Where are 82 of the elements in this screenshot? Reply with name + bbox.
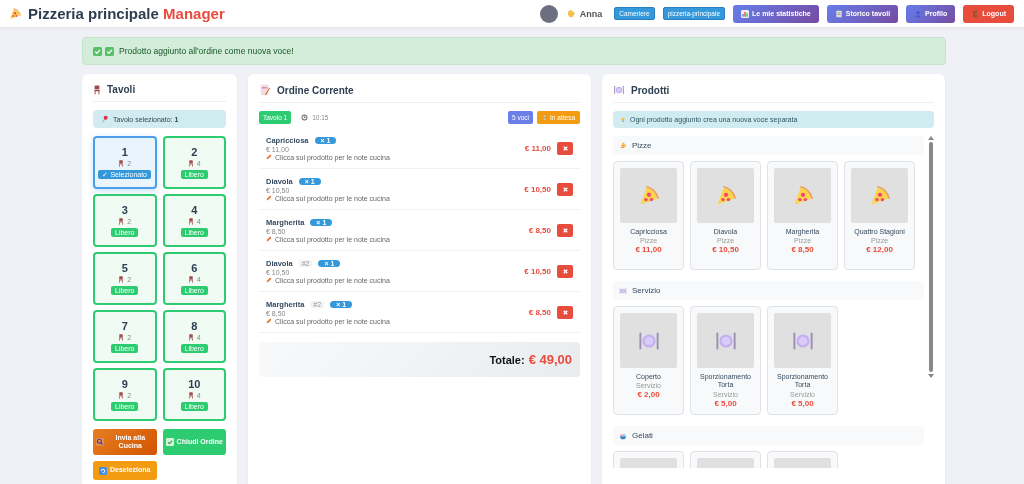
scrollbar-thumb[interactable] (929, 142, 933, 372)
pencil-icon (266, 277, 272, 283)
clipboard-icon (834, 9, 843, 18)
table-number: 10 (188, 378, 201, 390)
table-number: 3 (121, 204, 128, 216)
table-number: 5 (121, 262, 128, 274)
chair-icon (118, 160, 125, 167)
product-price: € 8,50 (791, 245, 814, 255)
panel-title: Tavoli (107, 84, 136, 95)
table-number: 4 (191, 204, 198, 216)
category-header[interactable]: Servizio (613, 281, 924, 300)
item-price: € 8,50 (528, 307, 551, 317)
chair-icon (187, 160, 194, 167)
close-icon (561, 185, 569, 193)
close-icon (561, 267, 569, 275)
category-name: Pizze (632, 141, 652, 150)
chair-icon (118, 218, 125, 225)
user-name: Anna (579, 8, 603, 19)
remove-button[interactable] (557, 264, 573, 278)
chair-icon (187, 276, 194, 283)
category-header[interactable]: Pizze (613, 136, 924, 155)
panel-title: Ordine Corrente (277, 84, 354, 96)
app-title: Pizzeria principale Manager (28, 5, 225, 22)
plate-cutlery-icon (613, 84, 625, 96)
pencil-icon (266, 318, 272, 324)
total-label: Totale: (489, 353, 525, 366)
chair-icon (118, 334, 125, 341)
product-price: € 2,00 (637, 390, 660, 400)
table-number: 9 (121, 378, 128, 390)
magnifier-icon (96, 438, 104, 446)
item-price: € 10,50 (524, 184, 551, 194)
hourglass-icon (542, 114, 548, 121)
user-icon (914, 9, 923, 18)
check-icon (105, 46, 114, 56)
close-icon (561, 308, 569, 316)
item-price: € 11,00 (524, 143, 551, 153)
table-number: 6 (191, 262, 198, 274)
table-number: 1 (121, 146, 128, 158)
pushpin-icon (101, 115, 109, 123)
item-price: € 8,50 (528, 225, 551, 235)
table-number: 2 (191, 146, 198, 158)
chair-icon (187, 392, 194, 399)
table-number: 8 (191, 320, 198, 332)
chair-icon (93, 84, 101, 95)
category-name: Gelati (632, 431, 653, 440)
pizza-slice-icon (619, 141, 627, 150)
product-price: € 12,00 (866, 245, 893, 255)
close-icon (561, 226, 569, 234)
pencil-icon (266, 154, 272, 160)
product-price: € 5,00 (714, 398, 737, 408)
product-price: € 5,00 (791, 398, 814, 408)
panel-title: Prodotti (631, 84, 670, 96)
close-icon (561, 144, 569, 152)
chair-icon (118, 392, 125, 399)
alert-message: Prodotto aggiunto all'ordine come nuova voce! (119, 46, 294, 56)
pencil-icon (266, 236, 272, 242)
chair-icon (187, 218, 194, 225)
check-icon (165, 438, 174, 446)
category-header[interactable]: Gelati (613, 426, 924, 445)
table-number: 7 (121, 320, 128, 332)
chair-icon (118, 276, 125, 283)
category-name: Servizio (632, 286, 661, 295)
refresh-icon (99, 466, 107, 475)
item-price: € 10,50 (524, 266, 551, 276)
clock-icon (301, 114, 309, 121)
total-amount: € 49,00 (528, 352, 572, 367)
chair-icon (187, 334, 194, 341)
light-bulb-icon (621, 116, 625, 123)
remove-button[interactable] (557, 305, 573, 319)
memo-icon (259, 84, 271, 96)
ice-cream-bowl-icon (619, 431, 627, 440)
plate-cutlery-icon (619, 286, 627, 295)
product-price: € 10,50 (712, 245, 739, 255)
check-icon (93, 46, 102, 56)
remove-button[interactable] (557, 182, 573, 196)
remove-button[interactable] (557, 141, 573, 155)
chart-icon (741, 9, 749, 18)
product-price: € 11,00 (635, 245, 662, 255)
pencil-icon (266, 195, 272, 201)
avatar[interactable] (539, 4, 558, 23)
remove-button[interactable] (557, 223, 573, 237)
pizza-slice-icon (8, 6, 22, 21)
